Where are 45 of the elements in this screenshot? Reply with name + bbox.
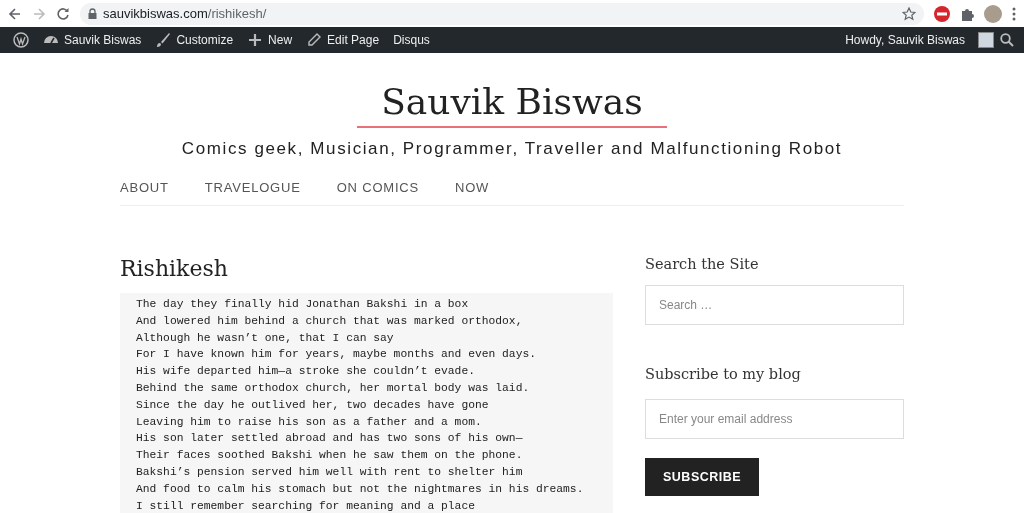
admin-bar-item[interactable]: Customize bbox=[148, 32, 241, 48]
reload-icon[interactable] bbox=[56, 6, 70, 21]
poem-line: Bakshi’s pension served him well with rent to shelter him bbox=[136, 464, 524, 480]
widget-title: Subscribe to my blog bbox=[645, 366, 802, 382]
brush-icon bbox=[155, 32, 172, 48]
search-icon[interactable] bbox=[1000, 33, 1014, 47]
lock-icon bbox=[88, 8, 97, 19]
poem-line: His wife departed him—a stroke she couldn’t evade. bbox=[136, 364, 476, 380]
email-field[interactable]: Enter your email address bbox=[645, 399, 904, 439]
url-text: sauvikbiswas.com/rishikesh/ bbox=[103, 6, 267, 21]
address-bar[interactable]: sauvikbiswas.com/rishikesh/ bbox=[80, 2, 924, 25]
nav-link[interactable]: ABOUT bbox=[120, 180, 169, 195]
poem-line: Their faces soothed Bakshi when he saw them on the phone. bbox=[136, 448, 524, 464]
search-field[interactable]: Search … bbox=[645, 285, 904, 325]
admin-bar-item[interactable]: New bbox=[240, 32, 300, 48]
nav-link[interactable]: TRAVELOGUE bbox=[204, 180, 301, 195]
back-icon[interactable] bbox=[8, 6, 22, 21]
poem-line: And lowered him behind a church that was marked orthodox, bbox=[136, 313, 524, 329]
plus-icon bbox=[247, 32, 264, 48]
post-title: Rishikesh bbox=[120, 256, 229, 281]
poem-line: I still remember searching for meaning and a place bbox=[136, 498, 476, 513]
admin-bar-item[interactable]: Disqus bbox=[386, 33, 437, 47]
admin-bar-item[interactable]: Sauvik Biswas bbox=[36, 32, 149, 48]
avatar[interactable] bbox=[984, 4, 1002, 23]
subscribe-button[interactable]: SUBSCRIBE bbox=[645, 458, 760, 496]
puzzle-icon[interactable] bbox=[960, 6, 974, 21]
poem-line: His son later settled abroad and has two sons of his own— bbox=[136, 431, 524, 447]
poem-line: Although he wasn’t one, that I can say bbox=[136, 330, 395, 346]
nav-link[interactable]: NOW bbox=[455, 180, 490, 195]
poem-line: Behind the same orthodox church, her mortal body was laid. bbox=[136, 381, 531, 396]
site-title[interactable]: Sauvik Biswas bbox=[357, 81, 667, 128]
widget-title: Search the Site bbox=[645, 256, 760, 272]
nav-link[interactable]: ON COMICS bbox=[336, 180, 419, 195]
poem-line: The day they finally hid Jonathan Bakshi in a box bbox=[136, 297, 470, 312]
poem-line: Leaving him to raise his son as a father and a mom. bbox=[136, 414, 483, 430]
account-link[interactable]: Howdy, Sauvik Biswas bbox=[838, 33, 972, 47]
stop-sign-icon[interactable] bbox=[934, 5, 950, 22]
pencil-icon bbox=[306, 32, 323, 48]
poem-line: Since the day he outlived her, two decades have gone bbox=[136, 397, 490, 413]
admin-bar-item[interactable]: Edit Page bbox=[299, 32, 387, 48]
poem-line: For I have known him for years, maybe months and even days. bbox=[136, 347, 537, 363]
poem-line: And food to calm his stomach but not the nightmares in his dreams. bbox=[136, 481, 585, 497]
menu-icon[interactable] bbox=[1012, 6, 1016, 21]
site-tagline: Comics geek, Musician, Programmer, Traveller and Malfunctioning Robot bbox=[181, 139, 843, 159]
star-icon[interactable] bbox=[902, 6, 916, 21]
